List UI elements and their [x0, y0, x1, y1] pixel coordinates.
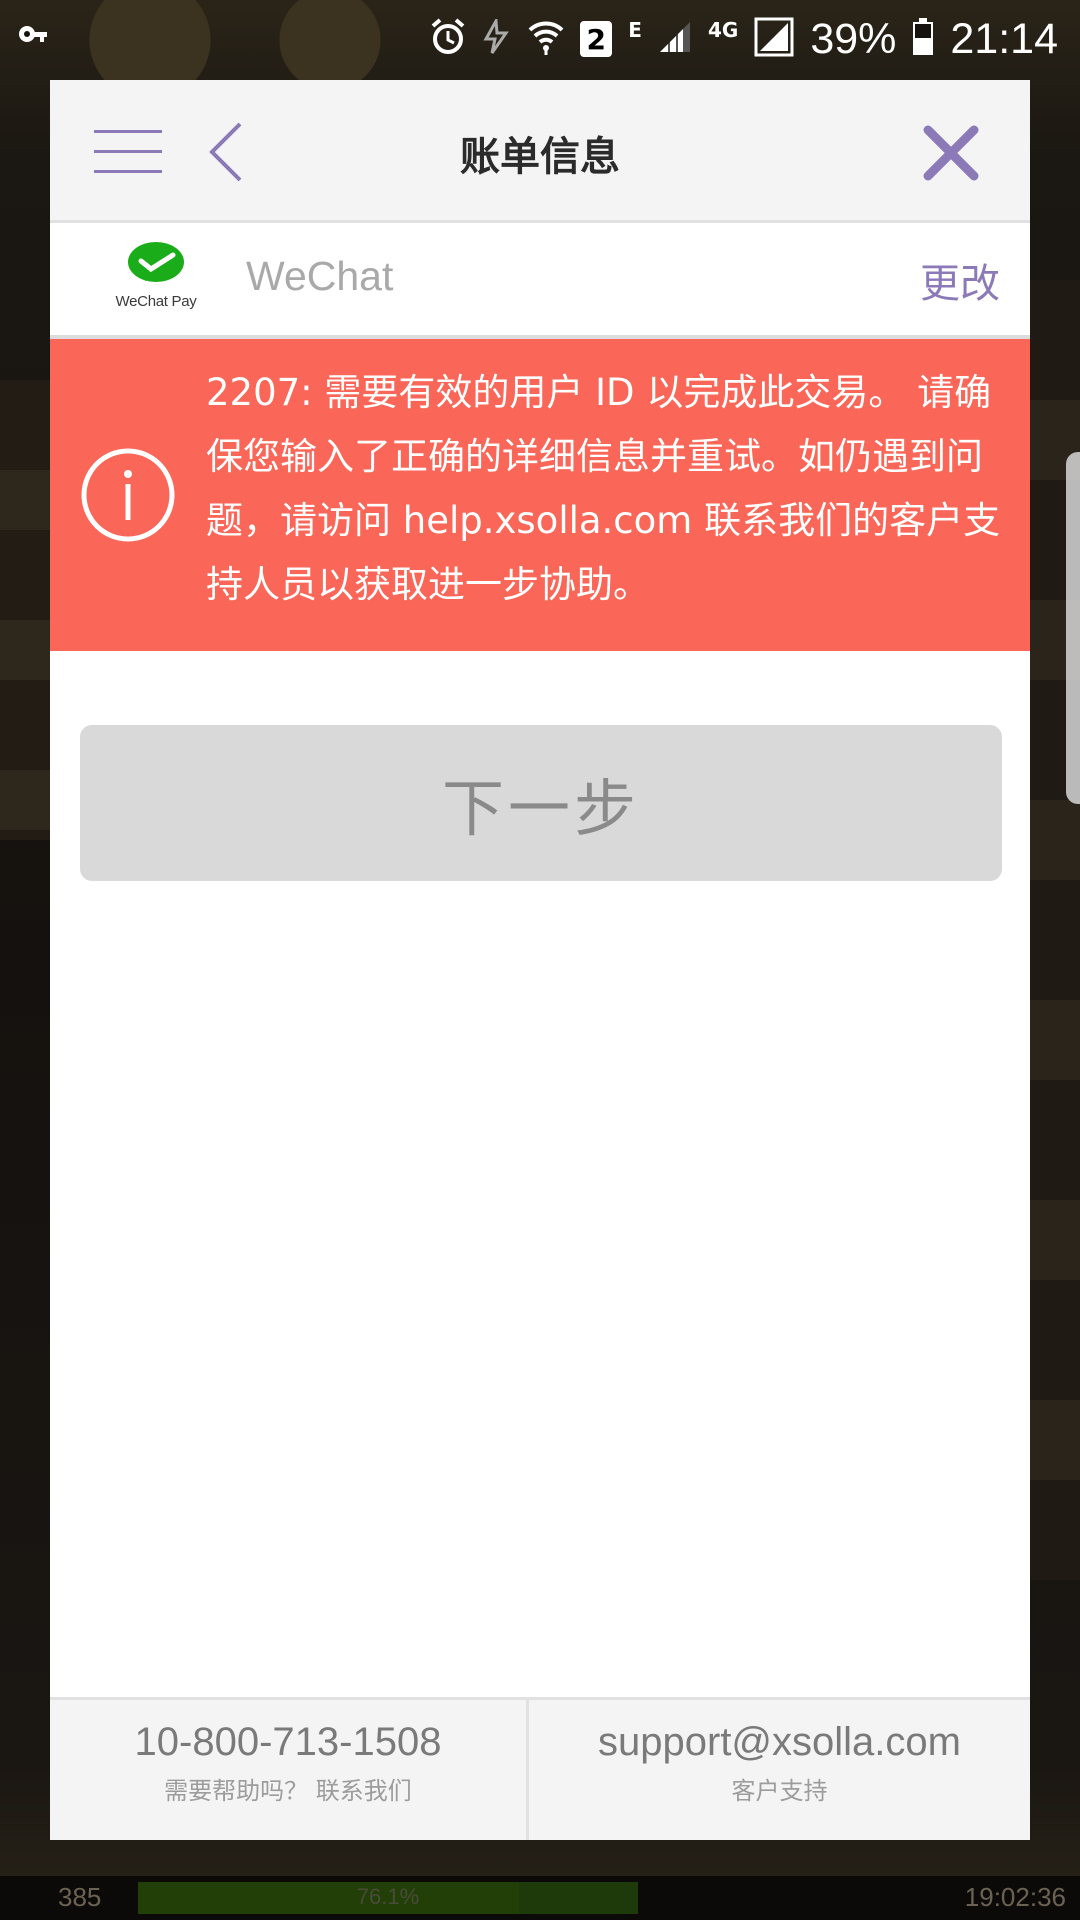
battery-icon	[912, 18, 934, 60]
game-timer: 19:02:36	[964, 1882, 1066, 1912]
network-4g-label: 4G	[707, 18, 739, 42]
clock: 21:14	[950, 14, 1058, 63]
billing-modal: 账单信息 WeChat Pay WeChat 更改 2207: 需要有效的用户 …	[50, 80, 1030, 1840]
game-progress-bar: 76.1%	[138, 1882, 638, 1914]
signal-box-icon	[754, 17, 794, 61]
game-status-bar: 385 76.1% 19:02:36	[0, 1876, 1080, 1920]
phone-support[interactable]: 10-800-713-1508 需要帮助吗？ 联系我们	[50, 1700, 529, 1840]
support-footer: 10-800-713-1508 需要帮助吗？ 联系我们 support@xsol…	[50, 1697, 1030, 1840]
sim-badge: 2	[580, 21, 613, 57]
status-bar: 2 E 4G 39% 21:14	[0, 0, 1080, 78]
support-phone[interactable]: 10-800-713-1508	[50, 1720, 526, 1765]
alarm-icon	[430, 18, 466, 60]
change-method-link[interactable]: 更改	[920, 251, 1000, 309]
support-phone-caption: 需要帮助吗？ 联系我们	[164, 1777, 412, 1805]
next-step-button[interactable]: 下一步	[80, 725, 1002, 881]
network-e-label: E	[628, 18, 642, 42]
key-icon	[18, 24, 48, 58]
game-progress-text: 76.1%	[356, 1884, 420, 1909]
modal-header: 账单信息	[50, 80, 1030, 223]
signal-icon	[658, 20, 692, 58]
game-background-left-panel	[0, 380, 50, 840]
game-counter: 385	[58, 1882, 102, 1912]
scroll-handle[interactable]	[1066, 452, 1080, 804]
support-email-caption: 客户支持	[731, 1777, 828, 1805]
payment-method-name: WeChat	[246, 253, 394, 299]
email-support[interactable]: support@xsolla.com 客户支持	[529, 1700, 1030, 1840]
error-alert: 2207: 需要有效的用户 ID 以完成此交易。 请确保您输入了正确的详细信息并…	[50, 339, 1030, 651]
payment-method-row: WeChat Pay WeChat 更改	[50, 223, 1030, 339]
error-message: 2207: 需要有效的用户 ID 以完成此交易。 请确保您输入了正确的详细信息并…	[206, 371, 1001, 606]
info-icon	[80, 447, 176, 547]
data-saver-icon	[482, 15, 512, 59]
wechat-pay-caption: WeChat Pay	[115, 293, 197, 310]
wechat-pay-logo: WeChat Pay	[106, 241, 206, 310]
wechat-pay-icon	[128, 242, 184, 282]
close-icon[interactable]	[922, 124, 980, 186]
support-email[interactable]: support@xsolla.com	[529, 1720, 1030, 1765]
battery-percent: 39%	[810, 14, 897, 63]
page-title: 账单信息	[460, 134, 620, 180]
wifi-icon	[528, 18, 564, 60]
